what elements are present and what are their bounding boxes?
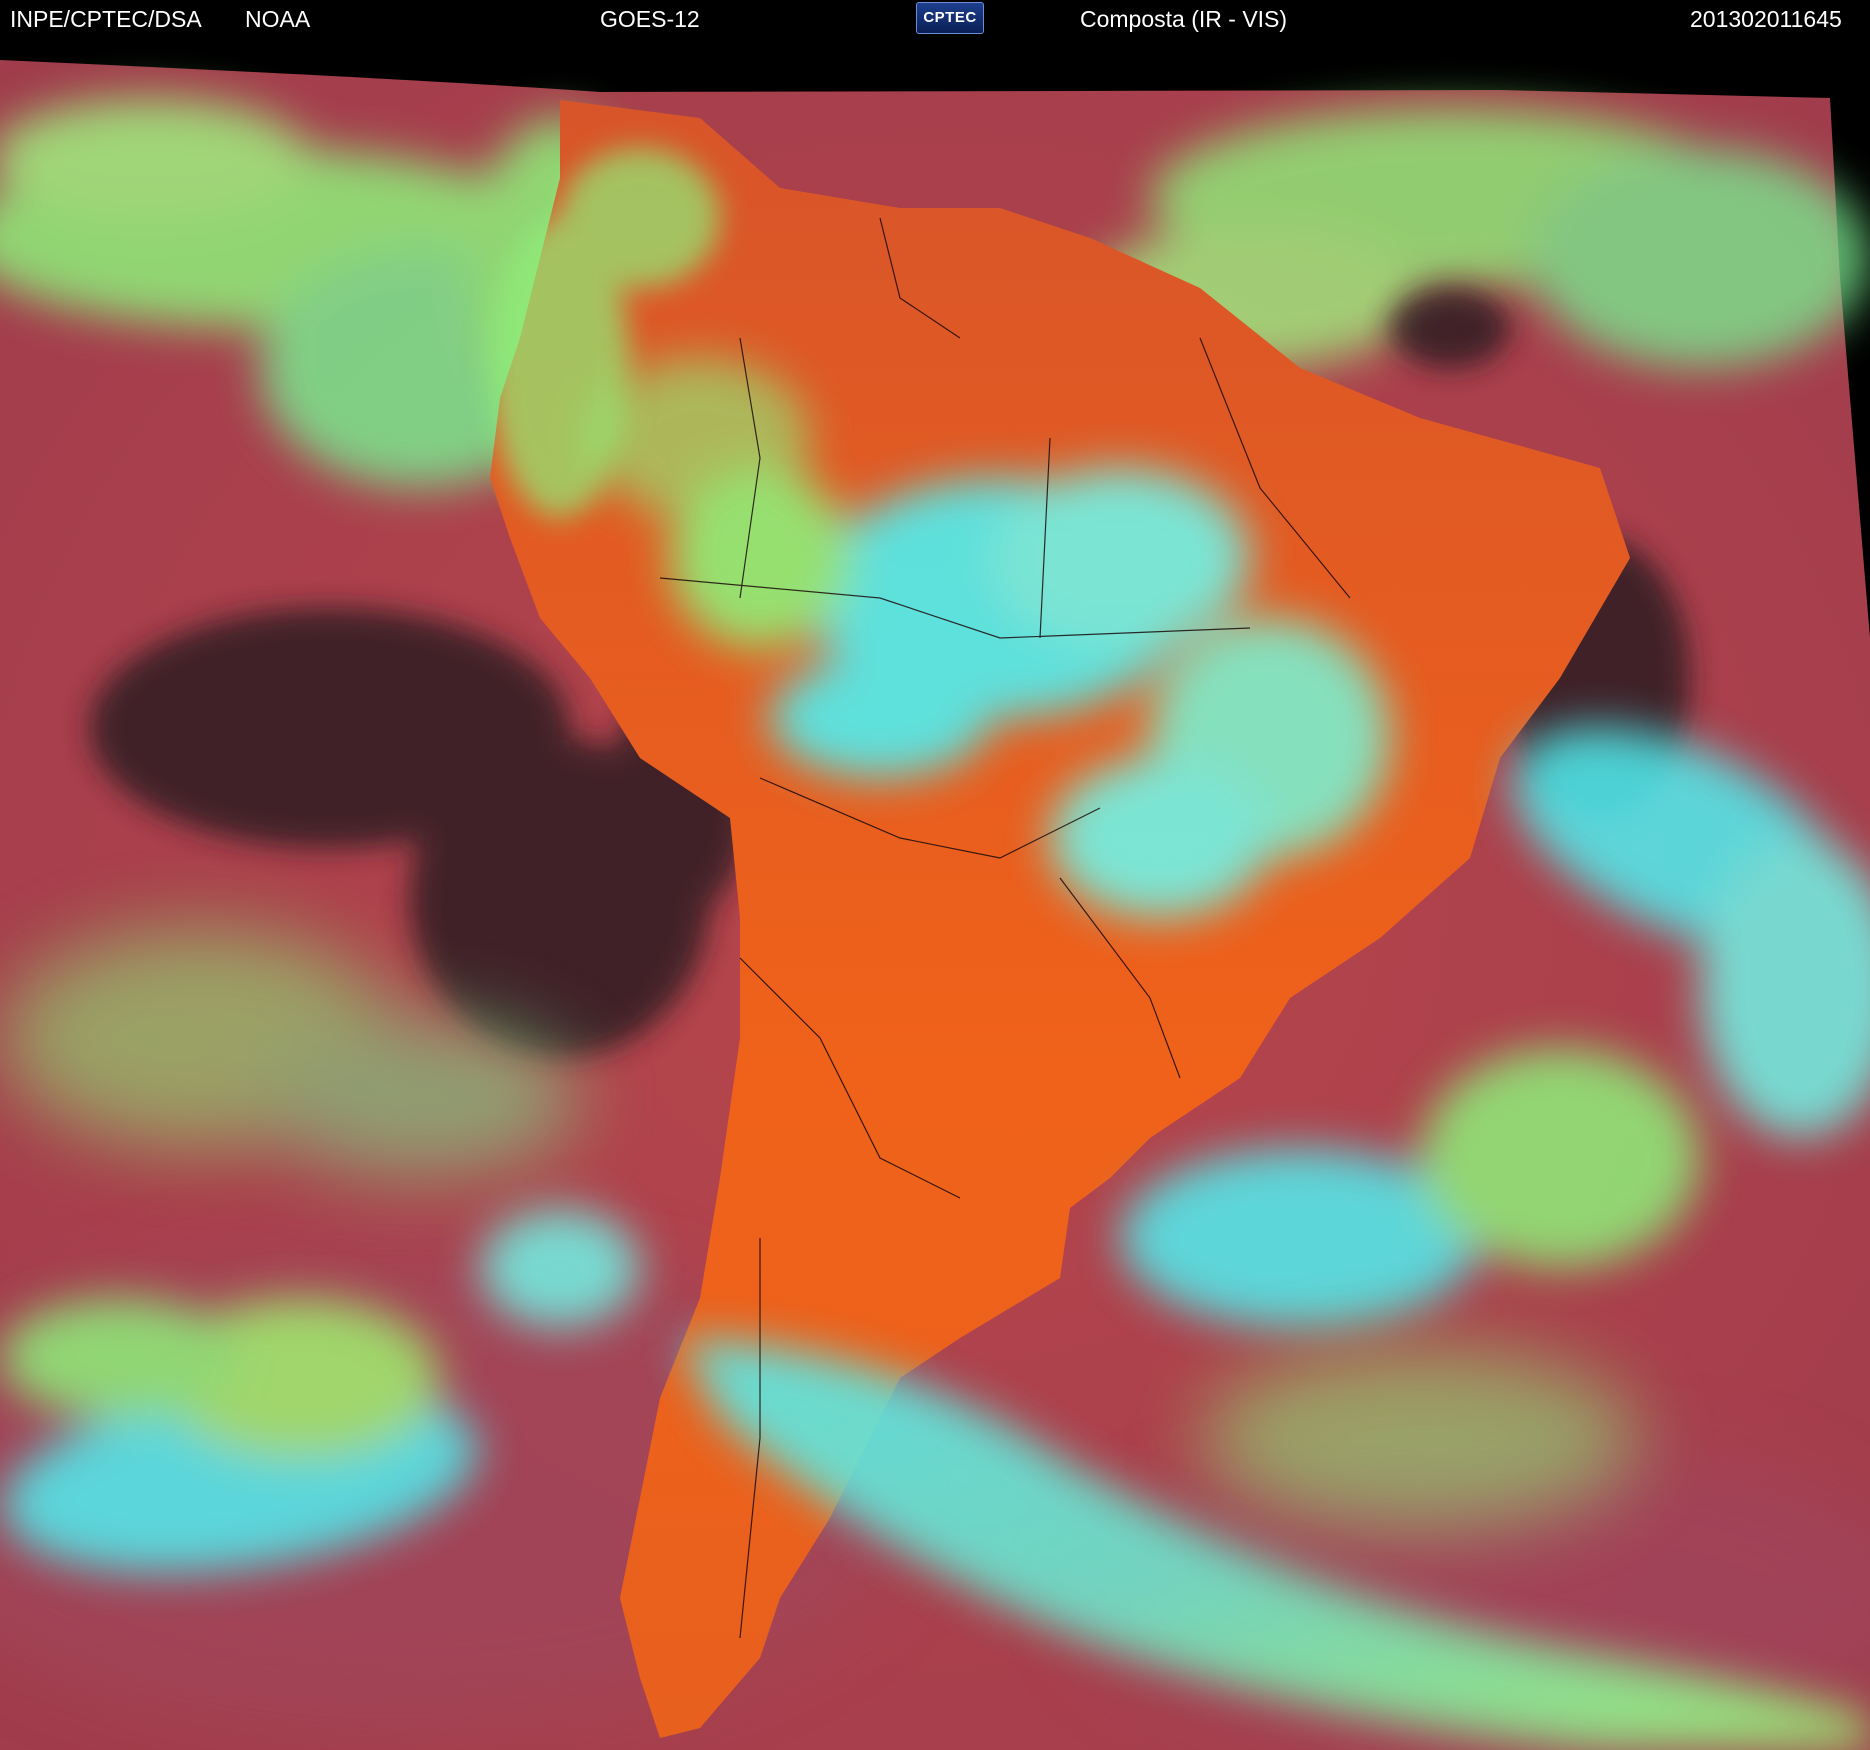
product-label: Composta (IR - VIS) bbox=[1080, 6, 1288, 32]
image-header-bar: INPE/CPTEC/DSA NOAA GOES-12 CPTEC Compos… bbox=[0, 0, 1870, 38]
satellite-label: GOES-12 bbox=[600, 6, 700, 32]
agency-label: INPE/CPTEC/DSA bbox=[10, 6, 202, 32]
partner-label: NOAA bbox=[245, 6, 311, 32]
satellite-composite-image bbox=[0, 38, 1870, 1750]
cptec-logo: CPTEC bbox=[916, 2, 984, 34]
timestamp-label: 201302011645 bbox=[1690, 6, 1842, 32]
